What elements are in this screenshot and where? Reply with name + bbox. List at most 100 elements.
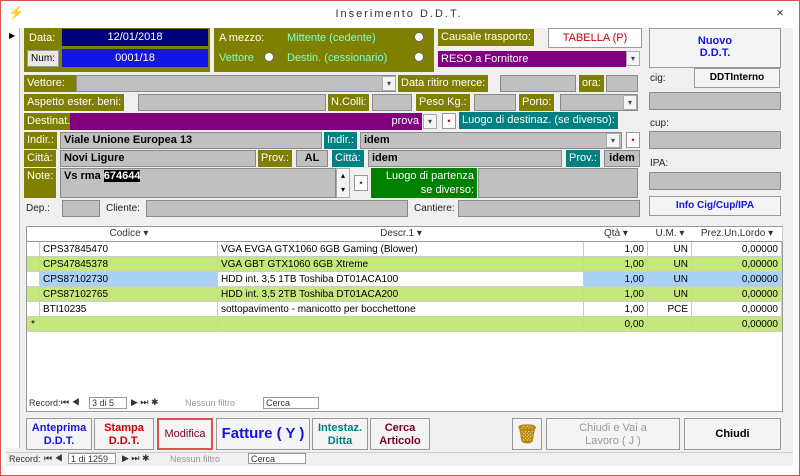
note-add-button[interactable]: • [354, 175, 368, 191]
causale-select[interactable]: RESO a Fornitore [438, 51, 626, 67]
cell-prezzo[interactable]: 0,00000 [692, 302, 782, 317]
status-nav-next-last[interactable]: ▶ ⏭ ✱ [122, 453, 150, 464]
vettore-radio[interactable] [264, 52, 274, 62]
grid-search-input[interactable]: Cerca [263, 397, 319, 409]
col-qta-header[interactable]: Qtà ▾ [584, 227, 649, 242]
col-prezzo-header[interactable]: Prez.Un.Lordo ▾ [692, 227, 783, 242]
trash-icon[interactable]: 🗑 [512, 418, 542, 450]
close-button[interactable]: × [770, 5, 790, 23]
cell-um[interactable] [648, 317, 692, 332]
citta-input[interactable]: Novi Ligure [60, 150, 256, 167]
vettore-select[interactable] [76, 75, 396, 92]
status-search-input[interactable]: Cerca [248, 453, 306, 464]
table-row[interactable]: CPS47845378 VGA GBT GTX1060 6GB Xtreme 1… [27, 257, 782, 272]
cantiere-input[interactable] [458, 200, 640, 217]
cell-um[interactable]: UN [648, 242, 692, 257]
cell-descr[interactable]: VGA EVGA GTX1060 6GB Gaming (Blower) [218, 242, 584, 257]
cell-codice[interactable] [40, 317, 218, 332]
peso-input[interactable] [474, 94, 516, 111]
cell-prezzo[interactable]: 0,00000 [692, 242, 782, 257]
status-nav-first-prev[interactable]: ⏮ ◀ [44, 453, 63, 464]
cell-prezzo[interactable]: 0,00000 [692, 257, 782, 272]
mittente-radio[interactable] [414, 32, 424, 42]
cell-um[interactable]: UN [648, 287, 692, 302]
num-input[interactable]: 0001/18 [62, 49, 208, 67]
cell-prezzo[interactable]: 0,00000 [692, 287, 782, 302]
status-record-position[interactable]: 1 di 1259 [68, 453, 116, 464]
cell-um[interactable]: UN [648, 272, 692, 287]
status-filter-label[interactable]: Nessun filtro [170, 454, 220, 464]
tabella-button[interactable]: TABELLA (P) [548, 28, 642, 48]
cell-prezzo[interactable]: 0,00000 [692, 272, 782, 287]
data-ritiro-input[interactable] [500, 75, 576, 92]
cell-descr[interactable]: HDD int. 3,5 2TB Toshiba DT01ACA200 [218, 287, 584, 302]
table-row[interactable]: CPS37845470 VGA EVGA GTX1060 6GB Gaming … [27, 242, 782, 257]
cell-qta[interactable]: 1,00 [584, 272, 648, 287]
nuovo-ddt-button[interactable]: Nuovo D.D.T. [649, 28, 781, 68]
causale-dropdown-icon[interactable]: ▾ [626, 51, 640, 66]
luogo-partenza-input[interactable] [478, 168, 638, 198]
cell-qta[interactable]: 1,00 [584, 257, 648, 272]
table-row-selected[interactable]: CPS87102730 HDD int. 3,5 1TB Toshiba DT0… [27, 272, 782, 287]
ora-input[interactable] [606, 75, 638, 92]
ncolli-input[interactable] [372, 94, 412, 111]
cell-qta[interactable]: 0,00 [584, 317, 648, 332]
cell-prezzo[interactable]: 0,00000 [692, 317, 782, 332]
vettore-dropdown-icon[interactable]: ▾ [382, 76, 396, 91]
indir-input[interactable]: Viale Unione Europea 13 [60, 132, 322, 149]
chiudi-button[interactable]: Chiudi [684, 418, 781, 450]
note-textarea[interactable]: Vs rma 674644 [60, 168, 336, 198]
table-row-new[interactable]: * 0,00 0,00000 [27, 317, 782, 332]
col-descr-header[interactable]: Descr.1 ▾ [218, 227, 585, 242]
cell-descr[interactable]: VGA GBT GTX1060 6GB Xtreme [218, 257, 584, 272]
cig-input[interactable] [649, 92, 781, 110]
intestaz-button[interactable]: Intestaz. Ditta [312, 418, 368, 450]
chiudi-vai-button[interactable]: Chiudi e Vai a Lavoro ( J ) [546, 418, 680, 450]
ddtinterno-button[interactable]: DDTInterno [694, 68, 780, 88]
indir2-input[interactable]: idem [360, 132, 622, 149]
prov-input[interactable]: AL [296, 150, 328, 167]
prov2-input[interactable]: idem [604, 150, 640, 167]
anteprima-button[interactable]: Anteprima D.D.T. [26, 418, 92, 450]
col-um-header[interactable]: U.M. ▾ [648, 227, 693, 242]
destinat-dropdown-icon[interactable]: ▾ [423, 114, 437, 129]
destin-option[interactable]: Destin. (cessionario) [284, 50, 390, 67]
record-selector[interactable] [6, 28, 20, 448]
info-cig-button[interactable]: Info Cig/Cup/IPA [649, 196, 781, 216]
col-codice-header[interactable]: Codice ▾ [40, 227, 219, 242]
cell-descr[interactable]: sottopavimento - manicotto per bocchetto… [218, 302, 584, 317]
cell-qta[interactable]: 1,00 [584, 242, 648, 257]
cerca-articolo-button[interactable]: Cerca Articolo [370, 418, 430, 450]
destinat-add-button[interactable]: • [442, 113, 456, 129]
data-input[interactable]: 12/01/2018 [62, 29, 208, 46]
vettore-option[interactable]: Vettore [216, 50, 257, 67]
destin-radio[interactable] [414, 52, 424, 62]
cell-um[interactable]: UN [648, 257, 692, 272]
dep-input[interactable] [62, 200, 100, 217]
cup-input[interactable] [649, 131, 781, 149]
indir2-add-button[interactable]: • [626, 132, 640, 148]
grid-filter-label[interactable]: Nessun filtro [185, 398, 235, 408]
fatture-button[interactable]: Fatture ( Y ) [216, 418, 310, 450]
note-scrollbar[interactable]: ▴ ▾ [336, 168, 350, 198]
mittente-option[interactable]: Mittente (cedente) [284, 30, 379, 47]
grid-nav-next-last[interactable]: ▶ ⏭ ✱ [131, 397, 159, 408]
grid-record-position[interactable]: 3 di 5 [89, 397, 127, 409]
cell-codice[interactable]: CPS87102765 [40, 287, 218, 302]
porto-dropdown-icon[interactable]: ▾ [623, 95, 637, 110]
cell-codice[interactable]: CPS37845470 [40, 242, 218, 257]
cell-qta[interactable]: 1,00 [584, 287, 648, 302]
modifica-button[interactable]: Modifica [157, 418, 213, 450]
aspetto-input[interactable] [138, 94, 326, 111]
indir2-dropdown-icon[interactable]: ▾ [606, 133, 620, 148]
citta2-input[interactable]: idem [368, 150, 562, 167]
stampa-button[interactable]: Stampa D.D.T. [94, 418, 154, 450]
grid-nav-first-prev[interactable]: ⏮ ◀ [61, 397, 80, 408]
table-row[interactable]: BTI10235 sottopavimento - manicotto per … [27, 302, 782, 317]
table-row[interactable]: CPS87102765 HDD int. 3,5 2TB Toshiba DT0… [27, 287, 782, 302]
cell-descr[interactable]: HDD int. 3,5 1TB Toshiba DT01ACA100 [218, 272, 584, 287]
cell-um[interactable]: PCE [648, 302, 692, 317]
cliente-input[interactable] [146, 200, 408, 217]
cell-codice[interactable]: CPS47845378 [40, 257, 218, 272]
cell-codice[interactable]: CPS87102730 [40, 272, 218, 287]
